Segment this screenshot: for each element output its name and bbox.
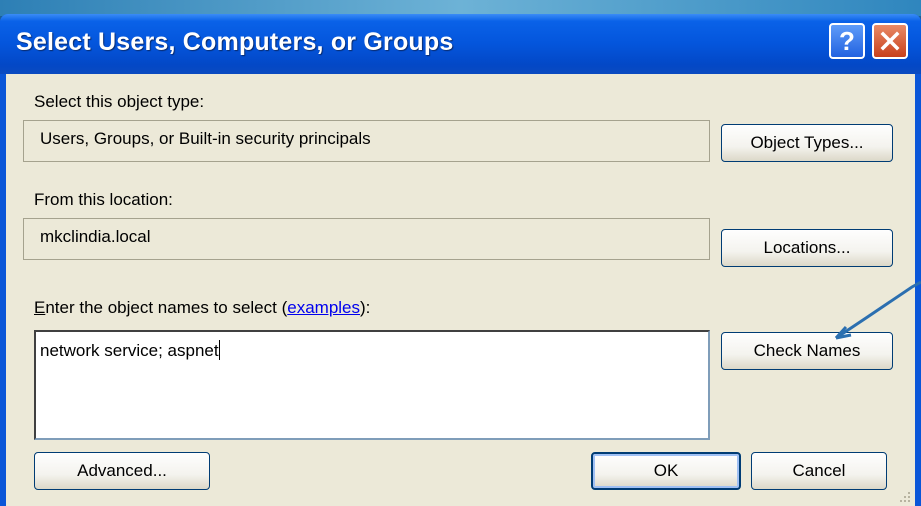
location-field: mkclindia.local: [23, 218, 710, 260]
dialog-body: Select this object type: Users, Groups, …: [6, 74, 915, 506]
ok-button[interactable]: OK: [591, 452, 741, 490]
close-icon: [880, 31, 900, 51]
dialog-title: Select Users, Computers, or Groups: [16, 28, 454, 56]
check-names-button[interactable]: Check Names: [721, 332, 893, 370]
resize-grip-icon[interactable]: [898, 490, 912, 504]
locations-button[interactable]: Locations...: [721, 229, 893, 267]
object-type-label: Select this object type:: [34, 92, 205, 111]
names-label-suffix: ):: [360, 298, 371, 317]
title-bar[interactable]: Select Users, Computers, or Groups ?: [0, 14, 921, 74]
object-names-value: network service; aspnet: [40, 341, 219, 360]
names-label: Enter the object names to select (exampl…: [34, 298, 370, 318]
close-button[interactable]: [872, 23, 908, 59]
names-label-accel: E: [34, 298, 46, 317]
object-type-field: Users, Groups, or Built-in security prin…: [23, 120, 710, 162]
cancel-button[interactable]: Cancel: [751, 452, 887, 490]
help-icon: ?: [839, 26, 855, 56]
examples-link[interactable]: examples: [287, 298, 360, 317]
object-names-input[interactable]: network service; aspnet: [34, 330, 710, 440]
help-button[interactable]: ?: [829, 23, 865, 59]
location-label: From this location:: [34, 190, 173, 209]
advanced-button[interactable]: Advanced...: [34, 452, 210, 490]
names-label-text: nter the object names to select (: [45, 298, 288, 317]
text-caret: [218, 340, 220, 360]
object-types-button[interactable]: Object Types...: [721, 124, 893, 162]
select-users-dialog: Select Users, Computers, or Groups ? Sel…: [0, 14, 921, 506]
